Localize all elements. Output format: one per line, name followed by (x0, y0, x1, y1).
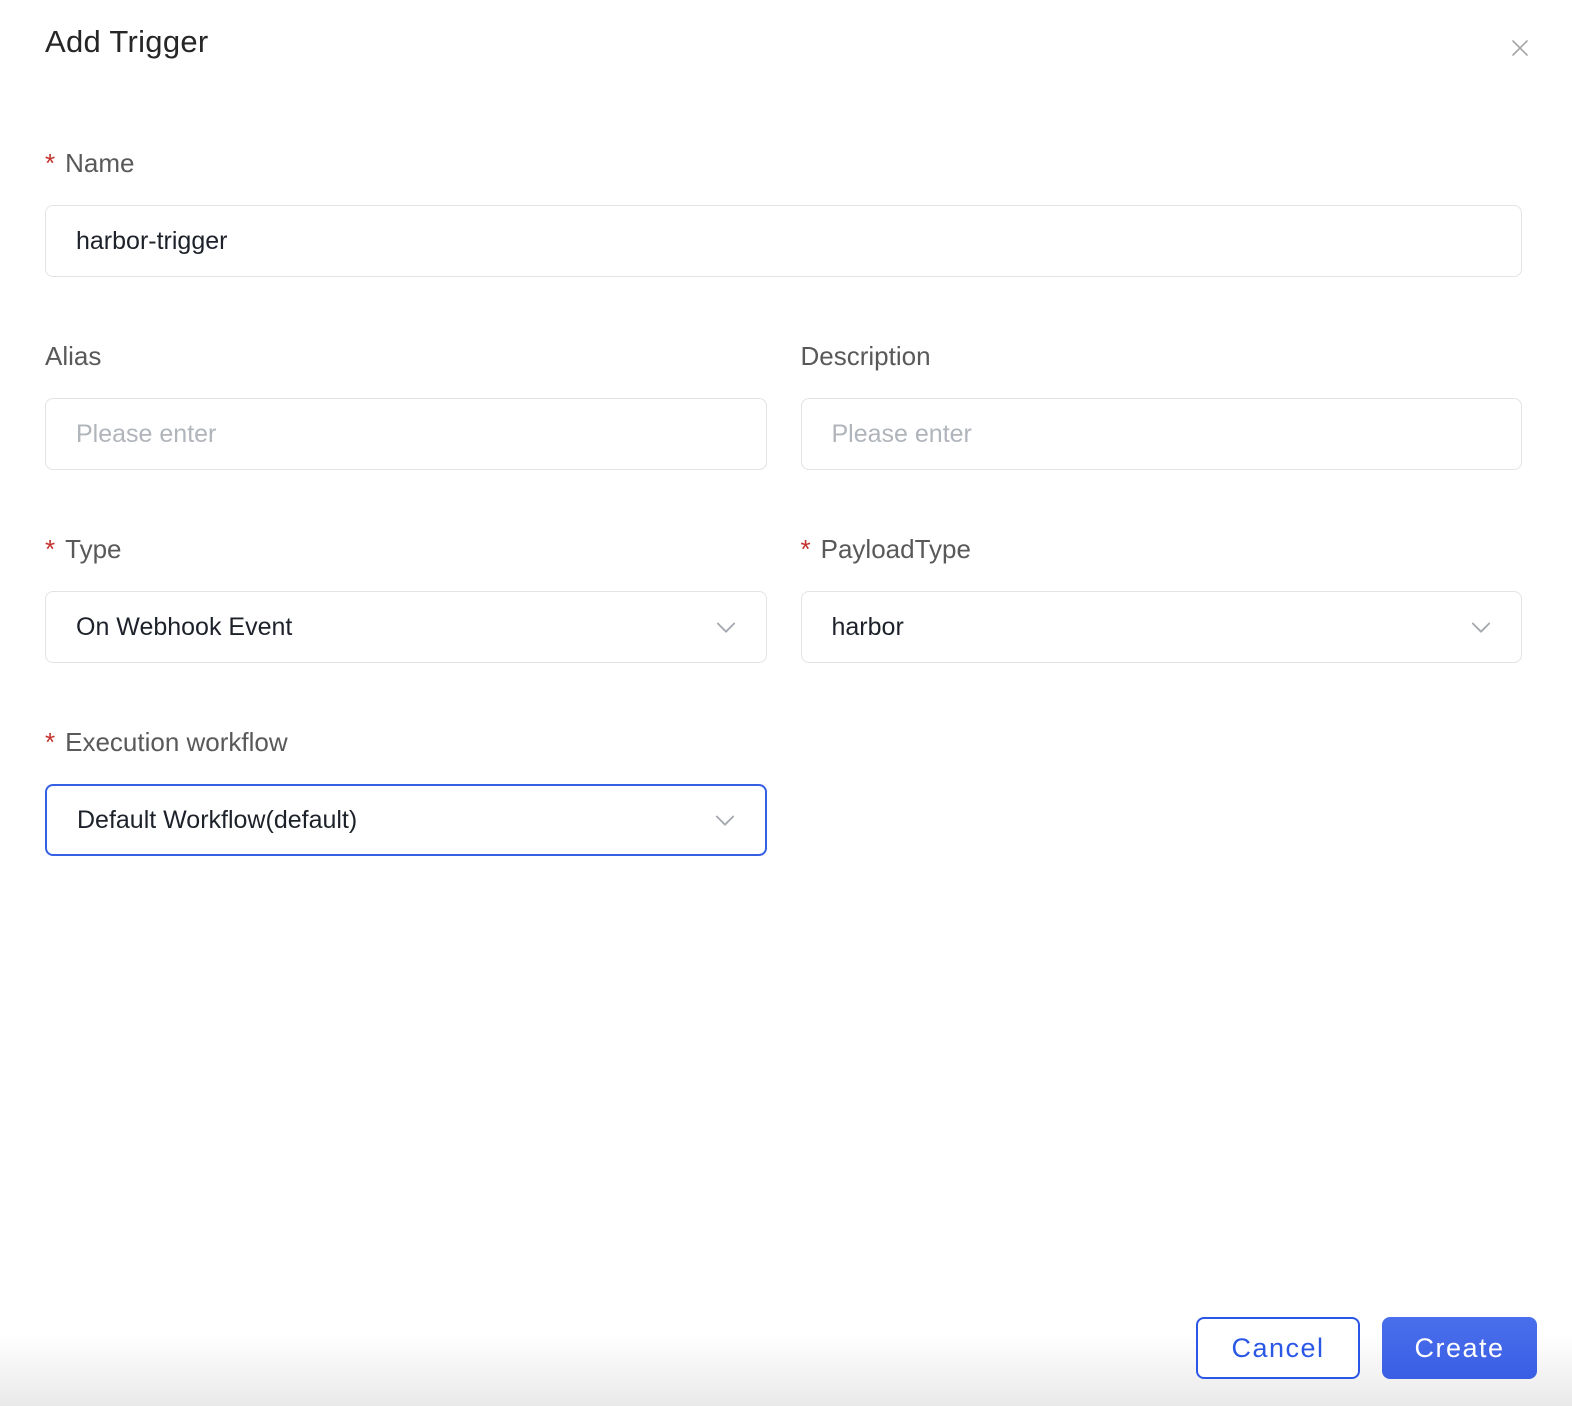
close-icon (1508, 36, 1532, 60)
execution-workflow-field: * Execution workflow Default Workflow(de… (45, 727, 767, 856)
cancel-button[interactable]: Cancel (1196, 1317, 1360, 1379)
type-field: * Type On Webhook Event (45, 534, 767, 663)
chevron-down-icon (1467, 613, 1495, 641)
required-asterisk: * (45, 727, 56, 757)
type-select-value: On Webhook Event (76, 612, 293, 641)
chevron-down-icon (712, 613, 740, 641)
chevron-down-icon (711, 806, 739, 834)
description-label: Description (800, 341, 931, 371)
name-label: * Name (45, 148, 135, 178)
payload-type-label: * PayloadType (800, 534, 971, 564)
type-label: * Type (45, 534, 122, 564)
add-trigger-form: * Name Alias Description (45, 148, 1522, 856)
type-select[interactable]: On Webhook Event (45, 591, 767, 663)
required-asterisk: * (45, 148, 56, 178)
name-input[interactable] (45, 205, 1522, 277)
close-button[interactable] (1502, 30, 1538, 66)
modal-footer: Cancel Create (1196, 1317, 1537, 1379)
required-asterisk: * (45, 534, 56, 564)
name-field: * Name (45, 148, 1522, 277)
page-title: Add Trigger (45, 24, 209, 59)
execution-workflow-select-value: Default Workflow(default) (77, 805, 358, 834)
execution-workflow-label: * Execution workflow (45, 727, 288, 757)
alias-label: Alias (45, 341, 102, 371)
payload-type-select[interactable]: harbor (800, 591, 1522, 663)
add-trigger-modal: Add Trigger * Name Alias (0, 0, 1572, 1406)
modal-header: Add Trigger (45, 0, 1528, 60)
payload-type-field: * PayloadType harbor (800, 534, 1522, 663)
payload-type-select-value: harbor (831, 612, 904, 641)
alias-input[interactable] (45, 398, 767, 470)
execution-workflow-select[interactable]: Default Workflow(default) (45, 784, 767, 856)
required-asterisk: * (800, 534, 811, 564)
description-field: Description (800, 341, 1522, 470)
alias-field: Alias (45, 341, 767, 470)
create-button[interactable]: Create (1382, 1317, 1537, 1379)
description-input[interactable] (800, 398, 1522, 470)
